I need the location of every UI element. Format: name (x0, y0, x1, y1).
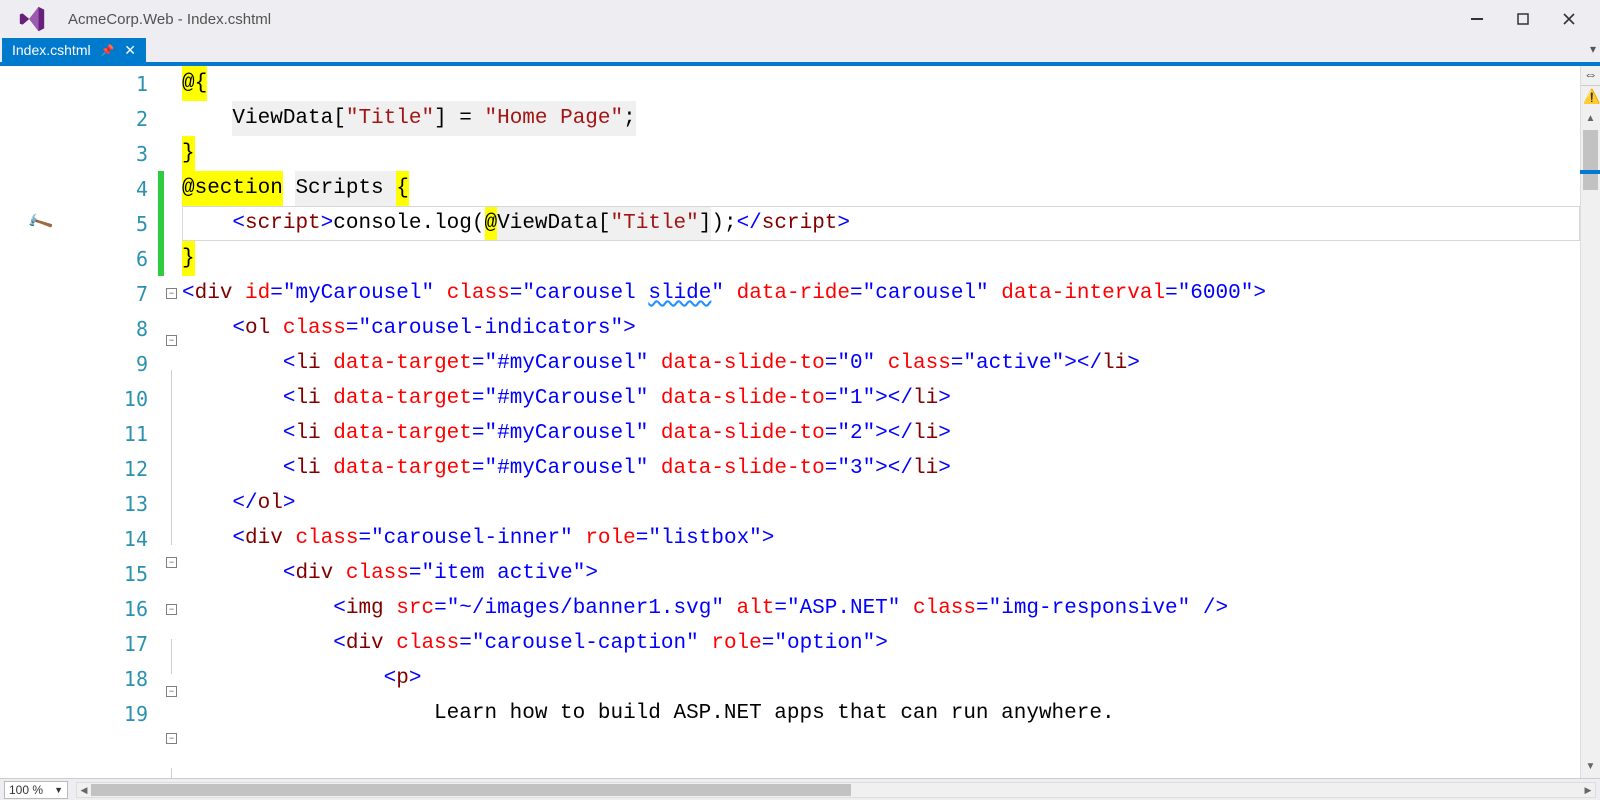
build-glyph-icon: 🔨 (25, 209, 55, 238)
scroll-marker (1580, 170, 1600, 174)
vertical-scrollbar[interactable]: ⇔ ⚠️ ▲ ▼ (1580, 66, 1600, 778)
warning-icon: ⚠️ (1583, 88, 1600, 105)
scroll-up-arrow-icon[interactable]: ▲ (1581, 110, 1600, 128)
code-line[interactable]: <p> (182, 661, 1580, 696)
zoom-dropdown[interactable]: 100 % ▼ (4, 781, 68, 799)
fold-toggle-icon[interactable]: − (166, 557, 177, 568)
code-line[interactable]: <div class="item active"> (182, 556, 1580, 591)
line-number: 16 (124, 597, 148, 621)
tab-well: Index.cshtml 📌 ✕ ▾ (0, 38, 1600, 66)
line-number: 10 (124, 387, 148, 411)
line-number: 8 (136, 317, 148, 341)
outline-column[interactable]: − − − − − − (164, 66, 182, 778)
code-line[interactable]: } (182, 136, 1580, 171)
close-tab-icon[interactable]: ✕ (124, 42, 136, 59)
line-number: 3 (136, 142, 148, 166)
code-line[interactable]: <li data-target="#myCarousel" data-slide… (182, 451, 1580, 486)
chevron-down-icon: ▼ (54, 785, 63, 795)
line-number: 9 (136, 352, 148, 376)
scroll-left-arrow-icon[interactable]: ◀ (77, 783, 91, 797)
line-number: 4 (136, 177, 148, 201)
fold-toggle-icon[interactable]: − (166, 288, 177, 299)
status-bar: 100 % ▼ ◀ ▶ (0, 778, 1600, 800)
line-number-gutter: 12345678910111213141516171819 (80, 66, 158, 778)
pin-icon[interactable]: 📌 (101, 44, 115, 57)
zoom-value: 100 % (9, 783, 43, 797)
line-number: 18 (124, 667, 148, 691)
vs-logo-icon (8, 3, 56, 35)
line-number: 11 (124, 422, 148, 446)
minimize-button[interactable] (1454, 4, 1500, 34)
fold-toggle-icon[interactable]: − (166, 604, 177, 615)
hscroll-thumb[interactable] (91, 784, 851, 796)
maximize-button[interactable] (1500, 4, 1546, 34)
code-line[interactable]: <img src="~/images/banner1.svg" alt="ASP… (182, 591, 1580, 626)
tab-dropdown-icon[interactable]: ▾ (1590, 42, 1596, 56)
close-button[interactable] (1546, 4, 1592, 34)
line-number: 5 (136, 212, 148, 236)
line-number: 2 (136, 107, 148, 131)
horizontal-scrollbar[interactable]: ◀ ▶ (76, 782, 1596, 798)
title-bar: AcmeCorp.Web - Index.cshtml (0, 0, 1600, 38)
fold-toggle-icon[interactable]: − (166, 733, 177, 744)
line-number: 13 (124, 492, 148, 516)
line-number: 17 (124, 632, 148, 656)
code-line[interactable]: <div class="carousel-inner" role="listbo… (182, 521, 1580, 556)
code-editor[interactable]: 🔨 12345678910111213141516171819 −−−−−− @… (0, 66, 1600, 778)
line-number: 1 (136, 72, 148, 96)
line-number: 12 (124, 457, 148, 481)
code-line[interactable]: <li data-target="#myCarousel" data-slide… (182, 381, 1580, 416)
split-icon[interactable]: ⇔ (1581, 66, 1600, 86)
code-line[interactable]: <div id="myCarousel" class="carousel sli… (182, 276, 1580, 311)
code-line[interactable]: <li data-target="#myCarousel" data-slide… (182, 416, 1580, 451)
line-number: 15 (124, 562, 148, 586)
fold-toggle-icon[interactable]: − (166, 686, 177, 697)
tab-label: Index.cshtml (12, 42, 91, 58)
line-number: 14 (124, 527, 148, 551)
scroll-right-arrow-icon[interactable]: ▶ (1581, 783, 1595, 797)
code-line[interactable]: } (182, 241, 1580, 276)
code-line[interactable]: <ol class="carousel-indicators"> (182, 311, 1580, 346)
line-number: 6 (136, 247, 148, 271)
code-line[interactable]: @section Scripts { (182, 171, 1580, 206)
code-line[interactable]: ViewData["Title"] = "Home Page"; (182, 101, 1580, 136)
code-line[interactable]: <div class="carousel-caption" role="opti… (182, 626, 1580, 661)
window-title: AcmeCorp.Web - Index.cshtml (68, 11, 271, 28)
scroll-thumb[interactable] (1583, 130, 1598, 190)
code-line[interactable]: <li data-target="#myCarousel" data-slide… (182, 346, 1580, 381)
code-line[interactable]: @{ (182, 66, 1580, 101)
code-line[interactable]: </ol> (182, 486, 1580, 521)
tab-indexcshtml[interactable]: Index.cshtml 📌 ✕ (2, 38, 146, 62)
code-area[interactable]: @{ ViewData["Title"] = "Home Page";}@sec… (182, 66, 1580, 778)
code-line[interactable]: Learn how to build ASP.NET apps that can… (182, 696, 1580, 731)
scroll-down-arrow-icon[interactable]: ▼ (1581, 758, 1600, 776)
line-number: 19 (124, 702, 148, 726)
glyph-margin: 🔨 (0, 66, 80, 778)
line-number: 7 (136, 282, 148, 306)
code-line[interactable]: <script>console.log(@ViewData["Title"]);… (182, 206, 1580, 241)
fold-toggle-icon[interactable]: − (166, 335, 177, 346)
